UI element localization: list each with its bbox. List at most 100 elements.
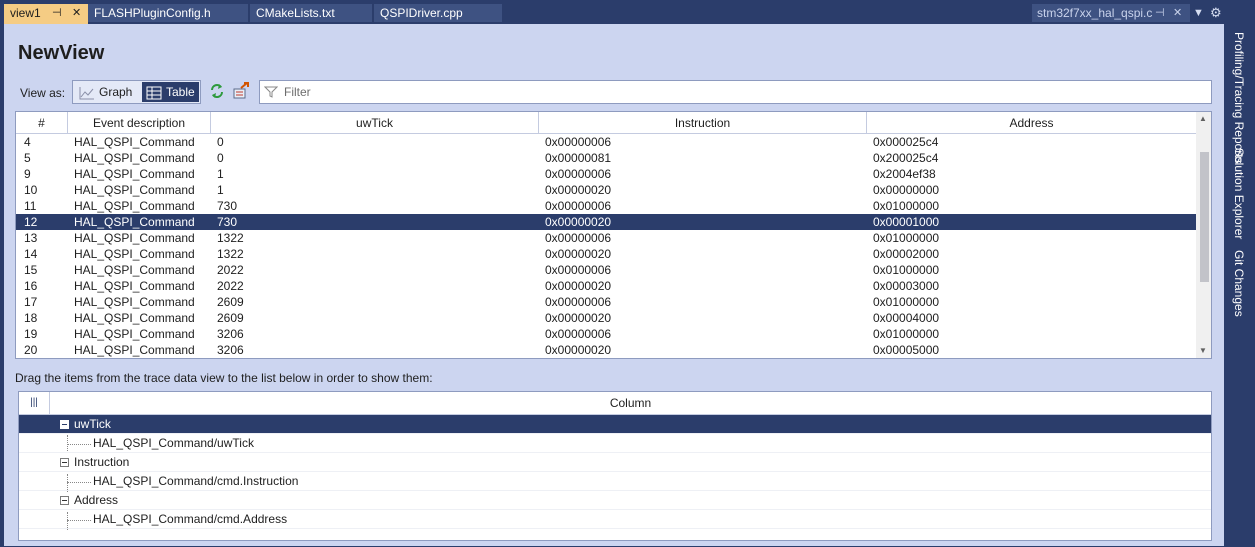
- table-row[interactable]: 17 HAL_QSPI_Command 2609 0x00000006 0x010000…: [16, 294, 1196, 310]
- table-row[interactable]: 10 HAL_QSPI_Command 1 0x00000020 0x00000000: [16, 182, 1196, 198]
- tab-view1[interactable]: view1 ⊣ ✕: [4, 4, 88, 24]
- cell-event: HAL_QSPI_Command: [74, 263, 195, 277]
- column-header-address[interactable]: Address: [867, 112, 1196, 134]
- cell-instruction: 0x00000006: [545, 231, 612, 245]
- tab-label: stm32f7xx_hal_qspi.c: [1037, 6, 1153, 20]
- tree-leaf-address[interactable]: HAL_QSPI_Command/cmd.Address: [19, 510, 1211, 529]
- cell-event: HAL_QSPI_Command: [74, 151, 195, 165]
- table-row[interactable]: 20 HAL_QSPI_Command 3206 0x00000020 0x000050…: [16, 342, 1196, 358]
- column-header-event[interactable]: Event description: [68, 112, 211, 134]
- tree-node-label: Address: [74, 493, 119, 507]
- cell-address: 0x000025c4: [873, 135, 939, 149]
- column-header-instruction[interactable]: Instruction: [539, 112, 867, 134]
- chevron-down-icon[interactable]: ▼: [1193, 4, 1204, 22]
- document-tab-strip: view1 ⊣ ✕ FLASHPluginConfig.h CMakeLists…: [0, 0, 1228, 24]
- table-row[interactable]: 5 HAL_QSPI_Command 0 0x00000081 0x200025c4: [16, 150, 1196, 166]
- column-header-index[interactable]: #: [16, 112, 68, 134]
- cell-index: 12: [24, 215, 38, 229]
- tab-stm32f7xx-hal-qspi[interactable]: stm32f7xx_hal_qspi.c ⊣ ✕: [1032, 4, 1190, 22]
- refresh-icon[interactable]: [208, 82, 226, 100]
- tab-flashpluginconfig[interactable]: FLASHPluginConfig.h: [88, 4, 248, 22]
- cell-index: 11: [24, 199, 37, 213]
- cell-index: 16: [24, 279, 38, 293]
- cell-uwtick: 730: [217, 215, 238, 229]
- filter-input[interactable]: [282, 83, 1182, 101]
- table-row[interactable]: 16 HAL_QSPI_Command 2022 0x00000020 0x000030…: [16, 278, 1196, 294]
- tab-qspidriver[interactable]: QSPIDriver.cpp: [374, 4, 502, 22]
- table-row[interactable]: 15 HAL_QSPI_Command 2022 0x00000006 0x010000…: [16, 262, 1196, 278]
- collapse-icon[interactable]: [60, 420, 69, 429]
- tree-node-address[interactable]: Address: [19, 491, 1211, 510]
- table-row[interactable]: 14 HAL_QSPI_Command 1322 0x00000020 0x000020…: [16, 246, 1196, 262]
- tool-window-sidebar: Profiling/Tracing Reports Solution Explo…: [1228, 24, 1255, 547]
- tree-leaf-uwtick[interactable]: HAL_QSPI_Command/uwTick: [19, 434, 1211, 453]
- table-row[interactable]: 9 HAL_QSPI_Command 1 0x00000006 0x2004ef38: [16, 166, 1196, 182]
- cell-uwtick: 1: [217, 167, 224, 181]
- export-icon[interactable]: [232, 82, 250, 100]
- tree-node-instruction[interactable]: Instruction: [19, 453, 1211, 472]
- table-header: # Event description uwTick Instruction A…: [16, 112, 1196, 134]
- sidebar-tab-solution-explorer[interactable]: Solution Explorer: [1232, 148, 1246, 239]
- cell-address: 0x00003000: [873, 279, 940, 293]
- cell-index: 9: [24, 167, 31, 181]
- tab-cmakelists[interactable]: CMakeLists.txt: [250, 4, 372, 22]
- cell-uwtick: 3206: [217, 343, 244, 357]
- cell-instruction: 0x00000020: [545, 279, 612, 293]
- table-row[interactable]: 13 HAL_QSPI_Command 1322 0x00000006 0x010000…: [16, 230, 1196, 246]
- cell-instruction: 0x00000020: [545, 183, 612, 197]
- close-icon[interactable]: ✕: [1173, 4, 1182, 22]
- column-list: ||| Column uwTick HAL_QSPI_Command/uwTic…: [18, 391, 1212, 541]
- collapse-icon[interactable]: [60, 458, 69, 467]
- table-scrollbar[interactable]: ▲ ▼: [1196, 112, 1211, 358]
- columns-icon[interactable]: |||: [19, 392, 50, 415]
- cell-index: 13: [24, 231, 38, 245]
- close-icon[interactable]: ✕: [72, 4, 81, 22]
- cell-address: 0x2004ef38: [873, 167, 936, 181]
- sidebar-tab-profiling[interactable]: Profiling/Tracing Reports: [1232, 32, 1246, 164]
- table-button[interactable]: Table: [142, 82, 199, 102]
- table-row[interactable]: 11 HAL_QSPI_Command 730 0x00000006 0x0100000…: [16, 198, 1196, 214]
- cell-instruction: 0x00000020: [545, 247, 612, 261]
- cell-address: 0x00005000: [873, 343, 940, 357]
- cell-uwtick: 0: [217, 151, 224, 165]
- table-row[interactable]: 19 HAL_QSPI_Command 3206 0x00000006 0x010000…: [16, 326, 1196, 342]
- gear-icon[interactable]: ⚙: [1210, 4, 1222, 22]
- scroll-down-icon[interactable]: ▼: [1199, 346, 1207, 355]
- tab-label: CMakeLists.txt: [256, 6, 335, 20]
- collapse-icon[interactable]: [60, 496, 69, 505]
- cell-instruction: 0x00000081: [545, 151, 612, 165]
- cell-instruction: 0x00000020: [545, 343, 612, 357]
- cell-uwtick: 2609: [217, 311, 244, 325]
- tree-leaf-instruction[interactable]: HAL_QSPI_Command/cmd.Instruction: [19, 472, 1211, 491]
- cell-instruction: 0x00000006: [545, 263, 612, 277]
- graph-button[interactable]: Graph: [75, 82, 141, 102]
- tree-node-label: uwTick: [74, 417, 111, 431]
- cell-event: HAL_QSPI_Command: [74, 343, 195, 357]
- table-row[interactable]: 4 HAL_QSPI_Command 0 0x00000006 0x000025c4: [16, 134, 1196, 150]
- cell-event: HAL_QSPI_Command: [74, 167, 195, 181]
- pin-icon[interactable]: ⊣: [1155, 4, 1165, 22]
- cell-address: 0x01000000: [873, 263, 940, 277]
- column-header-column[interactable]: Column: [50, 392, 1211, 415]
- cell-uwtick: 3206: [217, 327, 244, 341]
- pin-icon[interactable]: ⊣: [52, 4, 62, 22]
- cell-address: 0x01000000: [873, 199, 940, 213]
- table-row[interactable]: 18 HAL_QSPI_Command 2609 0x00000020 0x000040…: [16, 310, 1196, 326]
- filter-box: [259, 80, 1212, 104]
- cell-instruction: 0x00000006: [545, 167, 612, 181]
- column-header-uwtick[interactable]: uwTick: [211, 112, 539, 134]
- table-label: Table: [166, 85, 195, 99]
- scroll-up-icon[interactable]: ▲: [1199, 114, 1207, 123]
- table-row[interactable]: 12 HAL_QSPI_Command 730 0x00000020 0x0000100…: [16, 214, 1196, 230]
- sidebar-tab-git-changes[interactable]: Git Changes: [1232, 250, 1246, 317]
- cell-instruction: 0x00000020: [545, 215, 612, 229]
- cell-address: 0x00004000: [873, 311, 940, 325]
- tree-node-uwtick[interactable]: uwTick: [19, 415, 1211, 434]
- cell-event: HAL_QSPI_Command: [74, 199, 195, 213]
- cell-index: 20: [24, 343, 38, 357]
- scrollbar-thumb[interactable]: [1200, 152, 1209, 282]
- drag-hint-text: Drag the items from the trace data view …: [15, 371, 433, 385]
- filter-icon: [264, 86, 278, 98]
- cell-address: 0x01000000: [873, 295, 940, 309]
- view-mode-toggle: Graph Table: [72, 80, 201, 104]
